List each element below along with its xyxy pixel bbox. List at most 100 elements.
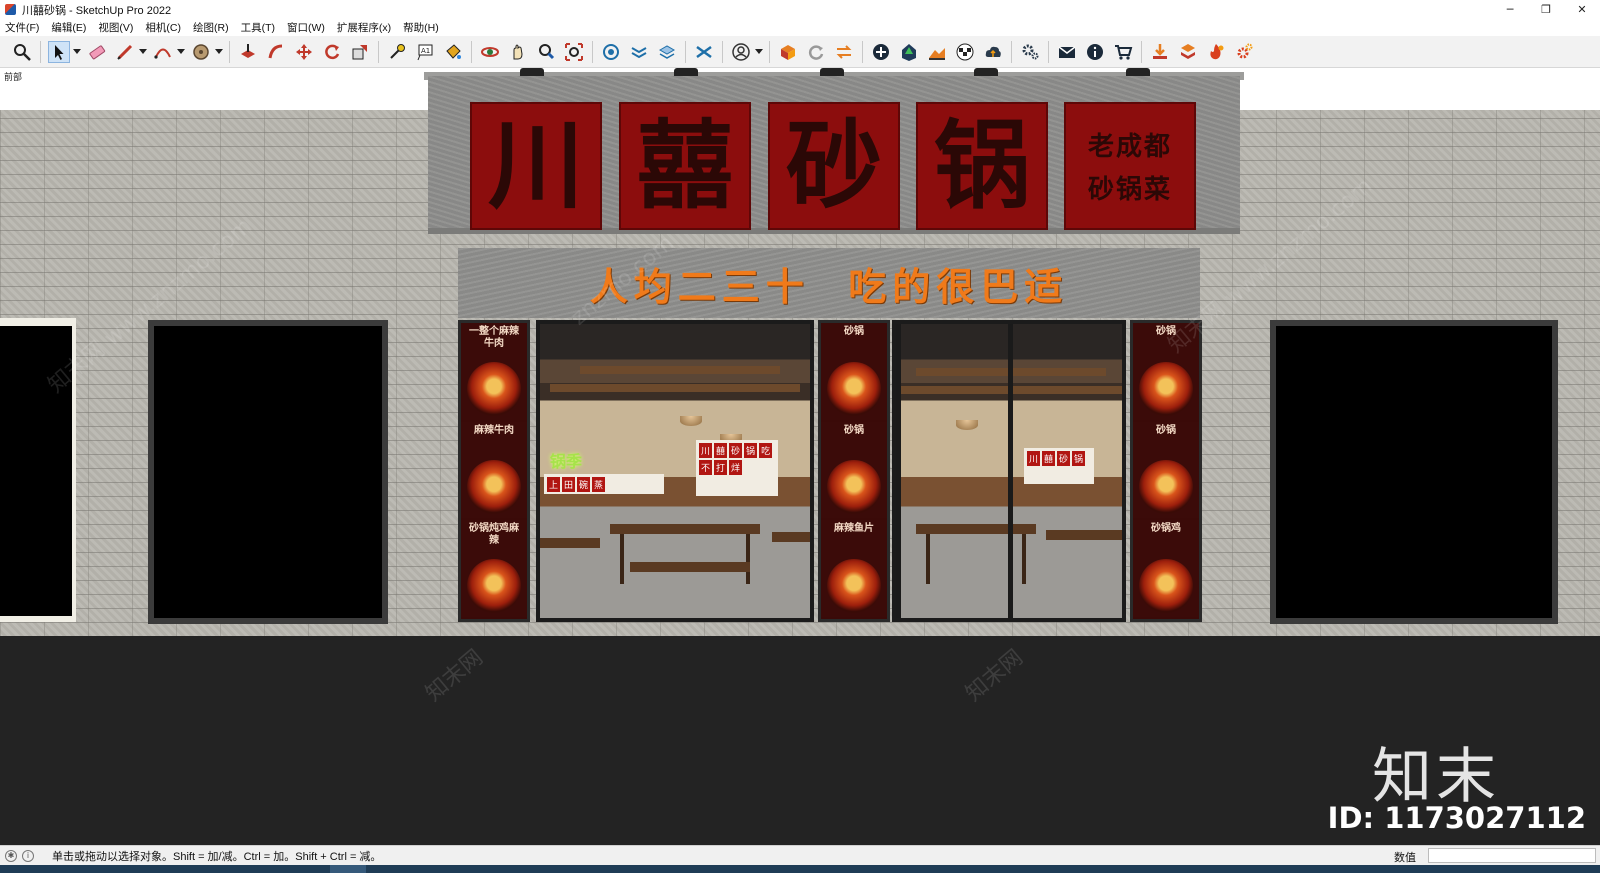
- info-button[interactable]: [1084, 41, 1106, 63]
- taskbar-item[interactable]: [330, 865, 366, 873]
- extension-plugin-button-1[interactable]: [777, 41, 799, 63]
- eraser-tool-button[interactable]: [86, 41, 108, 63]
- scene-tab[interactable]: 前部: [4, 70, 22, 83]
- zoom-extents-tool-button[interactable]: [563, 41, 585, 63]
- account-dropdown[interactable]: [755, 41, 763, 63]
- import-button[interactable]: [1149, 41, 1171, 63]
- menu-tools[interactable]: 工具(T): [241, 20, 275, 35]
- minimize-button[interactable]: ─: [1492, 0, 1528, 19]
- table-leg: [1022, 534, 1026, 584]
- menu-board-char: 川: [1027, 451, 1041, 466]
- poster-text: 砂锅鸡: [1151, 523, 1181, 535]
- restore-button[interactable]: ❐: [1528, 0, 1564, 19]
- import-icon: [1153, 43, 1167, 59]
- move-tool-button[interactable]: [293, 41, 315, 63]
- warehouse-button[interactable]: [600, 41, 622, 63]
- cloud-upload-icon: [985, 46, 1001, 57]
- select-tool-dropdown[interactable]: [73, 41, 81, 63]
- pan-tool-button[interactable]: [507, 41, 529, 63]
- plugin-orange-box-icon: [781, 44, 795, 60]
- 3d-warehouse-icon: [603, 43, 619, 60]
- pencil-tool-dropdown[interactable]: [139, 41, 147, 63]
- poster-column-right: 砂锅 砂锅 砂锅鸡: [1130, 320, 1202, 622]
- toolbar-separator: [40, 40, 41, 63]
- taskbar-strip: [0, 865, 1600, 873]
- close-button[interactable]: ✕: [1564, 0, 1600, 19]
- user-icon: [732, 42, 750, 61]
- interior-menu-board: 川 囍 砂 锅: [1024, 448, 1094, 484]
- menu-edit[interactable]: 编辑(E): [51, 20, 86, 35]
- extension-warehouse-button[interactable]: [628, 41, 650, 63]
- tree-plugin-button[interactable]: [898, 41, 920, 63]
- menu-extensions[interactable]: 扩展程序(x): [337, 20, 391, 35]
- menu-board-char: 砂: [729, 443, 743, 458]
- brand-id: ID: 1173027112: [1327, 801, 1586, 835]
- refresh-button[interactable]: [805, 41, 827, 63]
- tree-icon: [902, 43, 916, 61]
- orbit-tool-button[interactable]: [479, 41, 501, 63]
- export-button[interactable]: [1177, 41, 1199, 63]
- pencil-tool-button[interactable]: [114, 41, 136, 63]
- cart-button[interactable]: [1112, 41, 1134, 63]
- menu-draw[interactable]: 绘图(R): [193, 20, 229, 35]
- select-tool-button[interactable]: [48, 40, 70, 63]
- trimble-connect-button[interactable]: [693, 41, 715, 63]
- terrain-plugin-button[interactable]: [926, 41, 948, 63]
- menu-strip-char: 上: [547, 477, 561, 492]
- geo-location-icon[interactable]: ✱: [5, 849, 17, 862]
- checker-plugin-button[interactable]: [954, 41, 976, 63]
- settings-button[interactable]: [1019, 41, 1041, 63]
- zoom-window-tool-button[interactable]: [535, 41, 557, 63]
- rotate-tool-button[interactable]: [321, 41, 343, 63]
- sign-panel: 川: [470, 102, 602, 230]
- pencil-icon: [117, 44, 133, 60]
- dish-image: [1139, 558, 1193, 613]
- menu-window[interactable]: 窗口(W): [287, 20, 325, 35]
- follow-me-tool-button[interactable]: [265, 41, 287, 63]
- dish-image: [827, 361, 881, 416]
- circle-tool-button[interactable]: [190, 41, 212, 63]
- push-pull-icon: [241, 43, 255, 58]
- text-tool-button[interactable]: A1: [414, 41, 436, 63]
- model-viewport[interactable]: 前部 川 囍 砂 锅 老成都 砂锅菜 人均二三十 吃的很巴适 一整个麻辣牛肉 麻…: [0, 68, 1600, 845]
- paint-bucket-tool-button[interactable]: [442, 41, 464, 63]
- account-button[interactable]: [730, 41, 752, 63]
- measurements-input[interactable]: [1428, 848, 1596, 863]
- info-status-icon[interactable]: i: [22, 849, 34, 862]
- circle-icon: [193, 43, 209, 60]
- menu-board-char: 锅: [744, 443, 758, 458]
- right-window-opening: [1270, 320, 1558, 624]
- menu-board-char: 打: [714, 460, 728, 475]
- dining-table: [772, 532, 810, 542]
- mail-button[interactable]: [1056, 41, 1078, 63]
- plugin-fire-button[interactable]: [1205, 41, 1227, 63]
- add-button[interactable]: [870, 41, 892, 63]
- arc-tool-button[interactable]: [152, 41, 174, 63]
- plugin-settings-button[interactable]: [1233, 41, 1255, 63]
- menu-help[interactable]: 帮助(H): [403, 20, 439, 35]
- pan-icon: [513, 44, 523, 59]
- checker-sphere-icon: [956, 43, 974, 60]
- layers-button[interactable]: [656, 41, 678, 63]
- circle-tool-dropdown[interactable]: [215, 41, 223, 63]
- toolbar-separator: [1011, 40, 1012, 63]
- table-leg: [746, 534, 750, 584]
- fire-icon: [1210, 43, 1224, 59]
- eraser-icon: [89, 44, 106, 59]
- menu-view[interactable]: 视图(V): [98, 20, 133, 35]
- menu-strip-char: 碗: [577, 477, 591, 492]
- zoom-tool-button[interactable]: [11, 41, 33, 63]
- pendant-lamp: [956, 420, 978, 430]
- menu-camera[interactable]: 相机(C): [145, 20, 181, 35]
- push-pull-tool-button[interactable]: [237, 41, 259, 63]
- menu-file[interactable]: 文件(F): [5, 20, 39, 35]
- food-poster: 砂锅: [821, 421, 887, 521]
- dining-table: [610, 524, 760, 534]
- layers-icon: [658, 44, 676, 59]
- arc-tool-dropdown[interactable]: [177, 41, 185, 63]
- left-doorway: [0, 326, 72, 616]
- tape-measure-tool-button[interactable]: [386, 41, 408, 63]
- scale-tool-button[interactable]: [349, 41, 371, 63]
- cloud-upload-button[interactable]: [982, 41, 1004, 63]
- extension-plugin-button-2[interactable]: [833, 41, 855, 63]
